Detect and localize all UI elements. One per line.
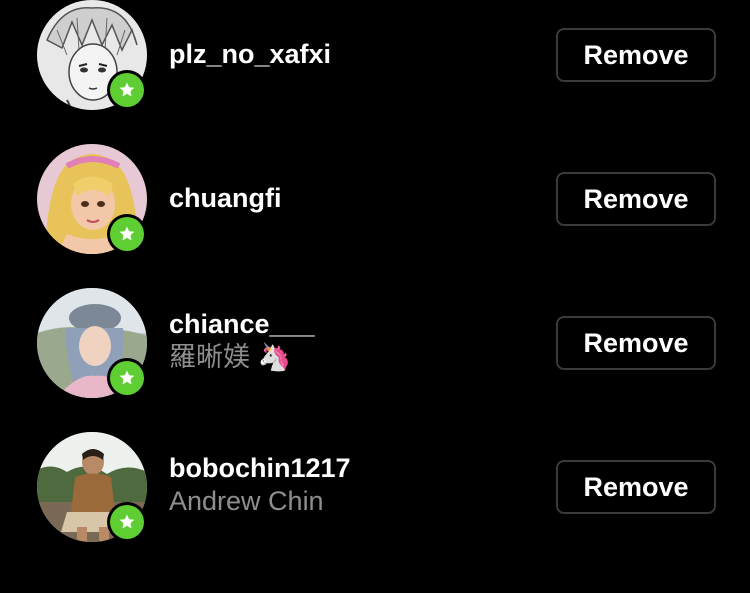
- follower-list: plz_no_xafxi Remove chuangfi Remove chia…: [0, 0, 750, 593]
- username[interactable]: plz_no_xafxi: [169, 38, 539, 70]
- follower-info: bobochin1217 Andrew Chin: [169, 452, 539, 518]
- avatar-group[interactable]: [37, 0, 149, 112]
- username[interactable]: bobochin1217: [169, 452, 539, 484]
- star-icon: [119, 514, 135, 529]
- avatar-group[interactable]: [37, 432, 149, 544]
- full-name: Andrew Chin: [169, 486, 324, 516]
- star-icon: [119, 226, 135, 241]
- username[interactable]: chuangfi: [169, 182, 539, 214]
- star-icon: [119, 82, 135, 97]
- follower-row: chiance___ 羅晰媄 🦄 Remove: [0, 288, 750, 432]
- close-friend-badge: [107, 214, 147, 254]
- close-friend-badge: [107, 502, 147, 542]
- avatar-group[interactable]: [37, 144, 149, 256]
- follower-row: bobochin1217 Andrew Chin Remove: [0, 432, 750, 576]
- remove-button[interactable]: Remove: [556, 28, 716, 82]
- close-friend-badge: [107, 70, 147, 110]
- follower-info: chuangfi: [169, 182, 539, 214]
- remove-button[interactable]: Remove: [556, 460, 716, 514]
- follower-row: chuangfi Remove: [0, 144, 750, 288]
- follower-info: chiance___ 羅晰媄 🦄: [169, 308, 539, 374]
- follower-info: plz_no_xafxi: [169, 38, 539, 70]
- avatar-group[interactable]: [37, 288, 149, 400]
- username[interactable]: chiance___: [169, 308, 539, 340]
- full-name: 羅晰媄 🦄: [169, 342, 292, 372]
- star-icon: [119, 370, 135, 385]
- close-friend-badge: [107, 358, 147, 398]
- remove-button[interactable]: Remove: [556, 316, 716, 370]
- follower-row: plz_no_xafxi Remove: [0, 0, 750, 144]
- remove-button[interactable]: Remove: [556, 172, 716, 226]
